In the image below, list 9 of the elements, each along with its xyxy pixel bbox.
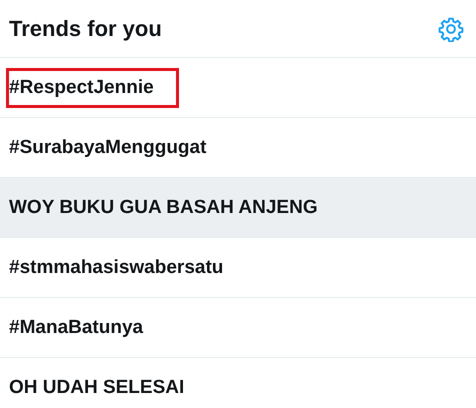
settings-icon[interactable] <box>438 16 464 42</box>
trend-label: WOY BUKU GUA BASAH ANJENG <box>8 196 319 220</box>
trend-label: #RespectJennie <box>6 68 179 108</box>
trend-label: #ManaBatunya <box>8 316 144 340</box>
trend-label: OH UDAH SELESAI <box>8 376 186 400</box>
trend-item[interactable]: WOY BUKU GUA BASAH ANJENG <box>0 178 476 238</box>
trend-label: #SurabayaMenggugat <box>8 136 208 160</box>
panel-title: Trends for you <box>9 16 162 42</box>
trend-label: #stmmahasiswabersatu <box>8 256 224 280</box>
